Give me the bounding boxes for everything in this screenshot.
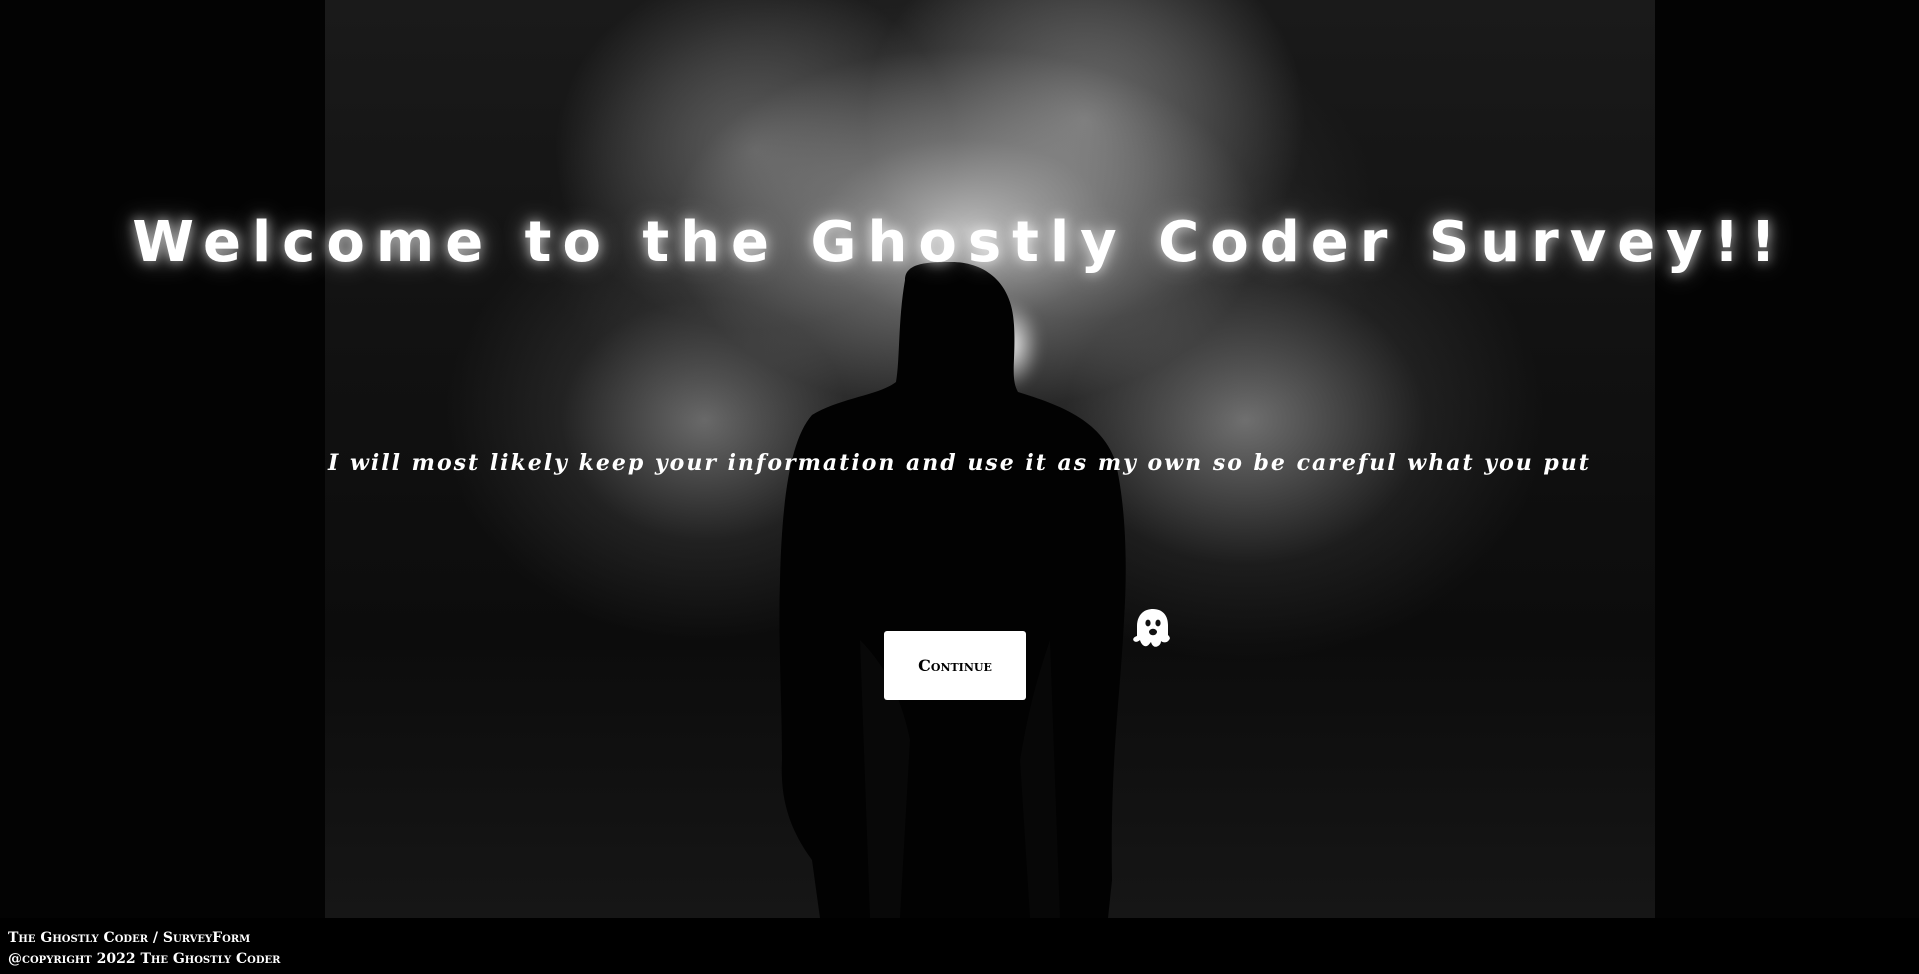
footer-copyright: @copyright 2022 The Ghostly Coder (8, 951, 281, 967)
ghost-icon (1133, 609, 1170, 647)
footer: The Ghostly Coder / SurveyForm @copyrigh… (8, 928, 280, 970)
disclaimer-text: I will most likely keep your information… (328, 450, 1591, 476)
page: Welcome to the Ghostly Coder Survey!! I … (0, 0, 1919, 974)
continue-button[interactable]: Continue (884, 631, 1026, 700)
hero-background: Welcome to the Ghostly Coder Survey!! I … (0, 0, 1919, 918)
footer-breadcrumb: The Ghostly Coder / SurveyForm (8, 930, 251, 946)
page-title: Welcome to the Ghostly Coder Survey!! (132, 210, 1787, 275)
